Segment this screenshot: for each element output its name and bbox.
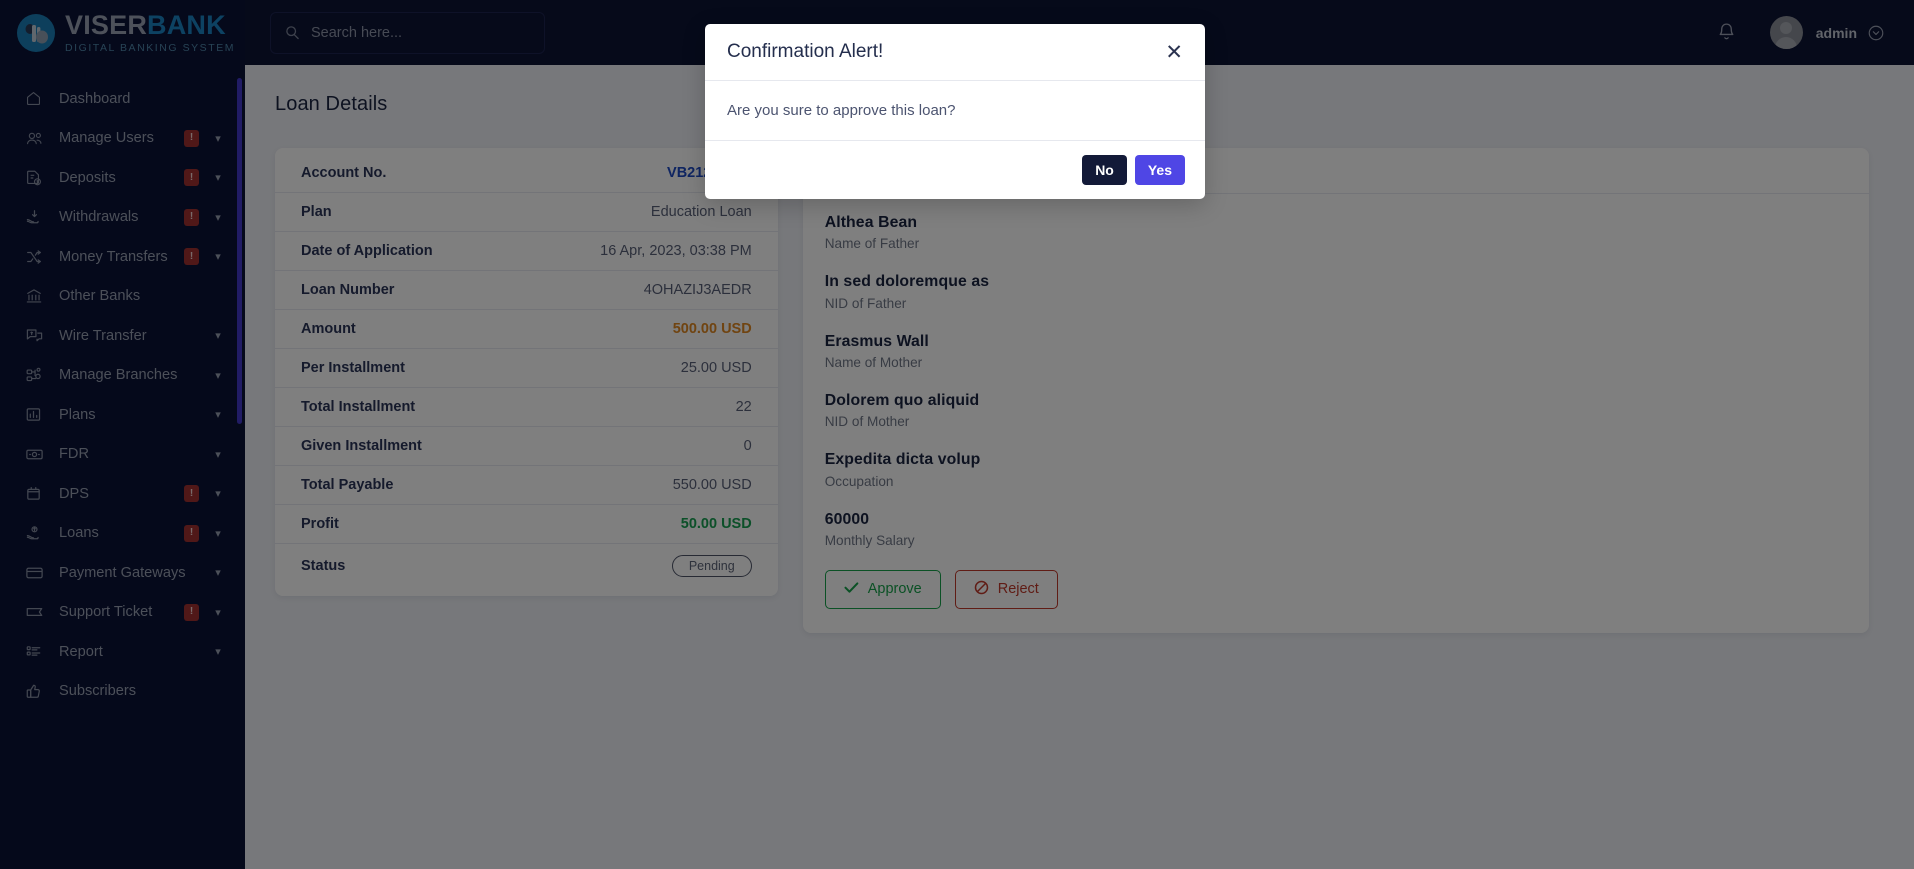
modal-no-button[interactable]: No (1082, 155, 1127, 185)
modal-message: Are you sure to approve this loan? (705, 81, 1205, 141)
app-root: VISERBANK DIGITAL BANKING SYSTEM Dashboa… (0, 0, 1914, 869)
modal-header: Confirmation Alert! ✕ (705, 24, 1205, 81)
modal-title: Confirmation Alert! (727, 41, 884, 62)
modal-footer: No Yes (705, 141, 1205, 199)
close-icon[interactable]: ✕ (1165, 42, 1183, 63)
modal-yes-button[interactable]: Yes (1134, 155, 1185, 185)
confirmation-modal: Confirmation Alert! ✕ Are you sure to ap… (705, 24, 1205, 199)
